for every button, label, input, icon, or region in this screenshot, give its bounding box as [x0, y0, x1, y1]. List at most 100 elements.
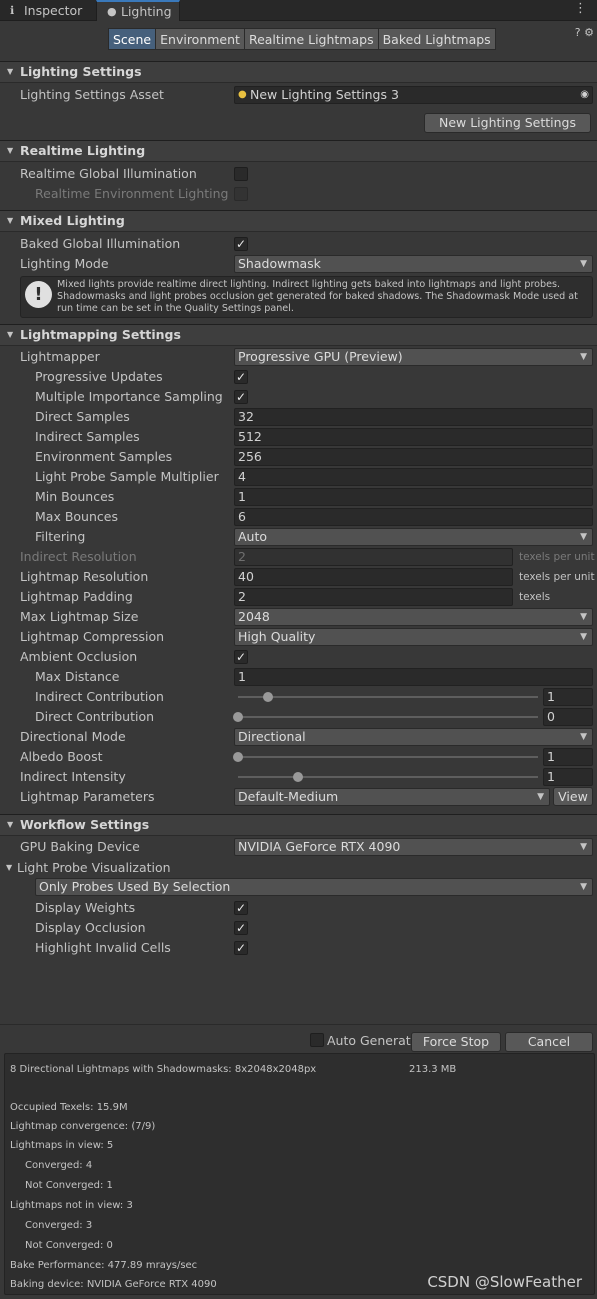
progressive-checkbox[interactable]: ✓: [234, 370, 248, 384]
view-button[interactable]: View: [553, 787, 593, 806]
ao-checkbox[interactable]: ✓: [234, 650, 248, 664]
rel-label: Realtime Environment Lighting: [35, 186, 229, 201]
object-picker-icon[interactable]: ◉: [580, 87, 589, 103]
max-bounces-label: Max Bounces: [35, 509, 118, 524]
asset-field[interactable]: ● New Lighting Settings 3 ◉: [234, 86, 593, 104]
indirect-samples-label: Indirect Samples: [35, 429, 140, 444]
indirect-contrib-field[interactable]: 1: [543, 688, 593, 706]
max-dist-label: Max Distance: [35, 669, 120, 684]
min-bounces-field[interactable]: 1: [234, 488, 593, 506]
occlusion-checkbox[interactable]: ✓: [234, 921, 248, 935]
direct-samples-label: Direct Samples: [35, 409, 130, 424]
compression-dropdown[interactable]: High Quality ▼: [234, 628, 593, 646]
bgi-checkbox[interactable]: ✓: [234, 237, 248, 251]
max-dist-field[interactable]: 1: [234, 668, 593, 686]
help-icon[interactable]: ?: [575, 26, 581, 39]
indirect-samples-field[interactable]: 512: [234, 428, 593, 446]
row-compression: Lightmap Compression High Quality ▼: [0, 627, 597, 647]
max-size-dropdown[interactable]: 2048 ▼: [234, 608, 593, 626]
albedo-slider[interactable]: [233, 752, 538, 762]
indirect-int-field[interactable]: 1: [543, 768, 593, 786]
slider-handle[interactable]: [293, 772, 303, 782]
lm-pad-label: Lightmap Padding: [20, 589, 133, 604]
gpu-dropdown[interactable]: NVIDIA GeForce RTX 4090 ▼: [234, 838, 593, 856]
chevron-down-icon: ▼: [580, 632, 587, 642]
mode-baked-lightmaps[interactable]: Baked Lightmaps: [377, 28, 496, 50]
new-lighting-settings-button[interactable]: New Lighting Settings: [424, 113, 591, 133]
albedo-field[interactable]: 1: [543, 748, 593, 766]
bgi-label: Baked Global Illumination: [20, 236, 181, 251]
max-size-value: 2048: [238, 609, 270, 624]
foldout-icon: ▼: [6, 863, 13, 872]
params-dropdown[interactable]: Default-Medium ▼: [234, 788, 550, 806]
row-indirect-res: Indirect Resolution 2 texels per unit: [0, 547, 597, 567]
kebab-menu-icon[interactable]: ⋮: [574, 1, 587, 16]
gpu-label: GPU Baking Device: [20, 839, 140, 854]
row-probe-mode: Only Probes Used By Selection ▼: [0, 877, 597, 897]
stats-converged-not-in-view: Converged: 3: [25, 1220, 93, 1231]
filtering-dropdown[interactable]: Auto ▼: [234, 528, 593, 546]
filtering-label: Filtering: [35, 529, 86, 544]
mis-checkbox[interactable]: ✓: [234, 390, 248, 404]
section-lightmapping-settings[interactable]: ▼ Lightmapping Settings: [0, 324, 597, 346]
section-mixed-lighting[interactable]: ▼ Mixed Lighting: [0, 210, 597, 232]
auto-generate-checkbox[interactable]: [310, 1033, 324, 1047]
row-max-dist: Max Distance 1: [0, 667, 597, 687]
lm-res-field[interactable]: 40: [234, 568, 513, 586]
row-indirect-samples: Indirect Samples 512: [0, 427, 597, 447]
min-bounces-label: Min Bounces: [35, 489, 115, 504]
chevron-down-icon: ▼: [580, 532, 587, 542]
indirect-res-field: 2: [234, 548, 513, 566]
slider-handle[interactable]: [233, 712, 243, 722]
lm-pad-field[interactable]: 2: [234, 588, 513, 606]
direct-contrib-field[interactable]: 0: [543, 708, 593, 726]
compression-value: High Quality: [238, 629, 316, 644]
invalid-checkbox[interactable]: ✓: [234, 941, 248, 955]
probe-mult-field[interactable]: 4: [234, 468, 593, 486]
foldout-icon: ▼: [7, 146, 14, 155]
lightmapper-value: Progressive GPU (Preview): [238, 349, 403, 364]
weights-checkbox[interactable]: ✓: [234, 901, 248, 915]
section-lighting-settings[interactable]: ▼ Lighting Settings: [0, 61, 597, 83]
tab-inspector[interactable]: ℹ Inspector: [0, 0, 96, 21]
row-lighting-mode: Lighting Mode Shadowmask ▼: [0, 254, 597, 274]
chevron-down-icon: ▼: [580, 882, 587, 892]
slider-handle[interactable]: [263, 692, 273, 702]
section-realtime-lighting[interactable]: ▼ Realtime Lighting: [0, 140, 597, 162]
stats-performance: Bake Performance: 477.89 mrays/sec: [10, 1260, 198, 1271]
indirect-int-slider[interactable]: [238, 772, 538, 782]
probe-mult-label: Light Probe Sample Multiplier: [35, 469, 219, 484]
force-stop-button[interactable]: Force Stop: [411, 1032, 501, 1052]
stats-not-converged-not-in-view: Not Converged: 0: [25, 1240, 113, 1251]
row-gpu: GPU Baking Device NVIDIA GeForce RTX 4090…: [0, 837, 597, 857]
top-icons: ? ⚙: [575, 26, 594, 39]
rgi-checkbox[interactable]: [234, 167, 248, 181]
env-samples-field[interactable]: 256: [234, 448, 593, 466]
row-weights: Display Weights ✓: [0, 898, 597, 918]
lighting-mode-dropdown[interactable]: Shadowmask ▼: [234, 255, 593, 273]
cancel-button[interactable]: Cancel: [505, 1032, 593, 1052]
auto-generate-label: Auto Generate: [327, 1033, 419, 1048]
probe-mode-dropdown[interactable]: Only Probes Used By Selection ▼: [35, 878, 593, 896]
probe-mode-value: Only Probes Used By Selection: [39, 879, 231, 894]
section-workflow-settings[interactable]: ▼ Workflow Settings: [0, 814, 597, 836]
params-label: Lightmap Parameters: [20, 789, 155, 804]
section-title: Workflow Settings: [20, 817, 150, 832]
indirect-contrib-slider[interactable]: [238, 692, 538, 702]
tab-lighting[interactable]: ● Lighting: [96, 0, 180, 21]
row-ao: Ambient Occlusion ✓: [0, 647, 597, 667]
dir-mode-dropdown[interactable]: Directional ▼: [234, 728, 593, 746]
mode-selector: Scene Environment Realtime Lightmaps Bak…: [108, 28, 496, 50]
row-probe-vis[interactable]: ▼ Light Probe Visualization: [0, 858, 597, 878]
row-indirect-contrib: Indirect Contribution 1: [0, 687, 597, 707]
direct-contrib-slider[interactable]: [233, 712, 538, 722]
lightmapper-dropdown[interactable]: Progressive GPU (Preview) ▼: [234, 348, 593, 366]
mode-scene[interactable]: Scene: [108, 28, 157, 50]
slider-handle[interactable]: [233, 752, 243, 762]
direct-samples-field[interactable]: 32: [234, 408, 593, 426]
mode-realtime-lightmaps[interactable]: Realtime Lightmaps: [243, 28, 379, 50]
max-bounces-field[interactable]: 6: [234, 508, 593, 526]
gear-icon[interactable]: ⚙: [584, 26, 594, 39]
chevron-down-icon: ▼: [580, 842, 587, 852]
mode-environment[interactable]: Environment: [155, 28, 245, 50]
